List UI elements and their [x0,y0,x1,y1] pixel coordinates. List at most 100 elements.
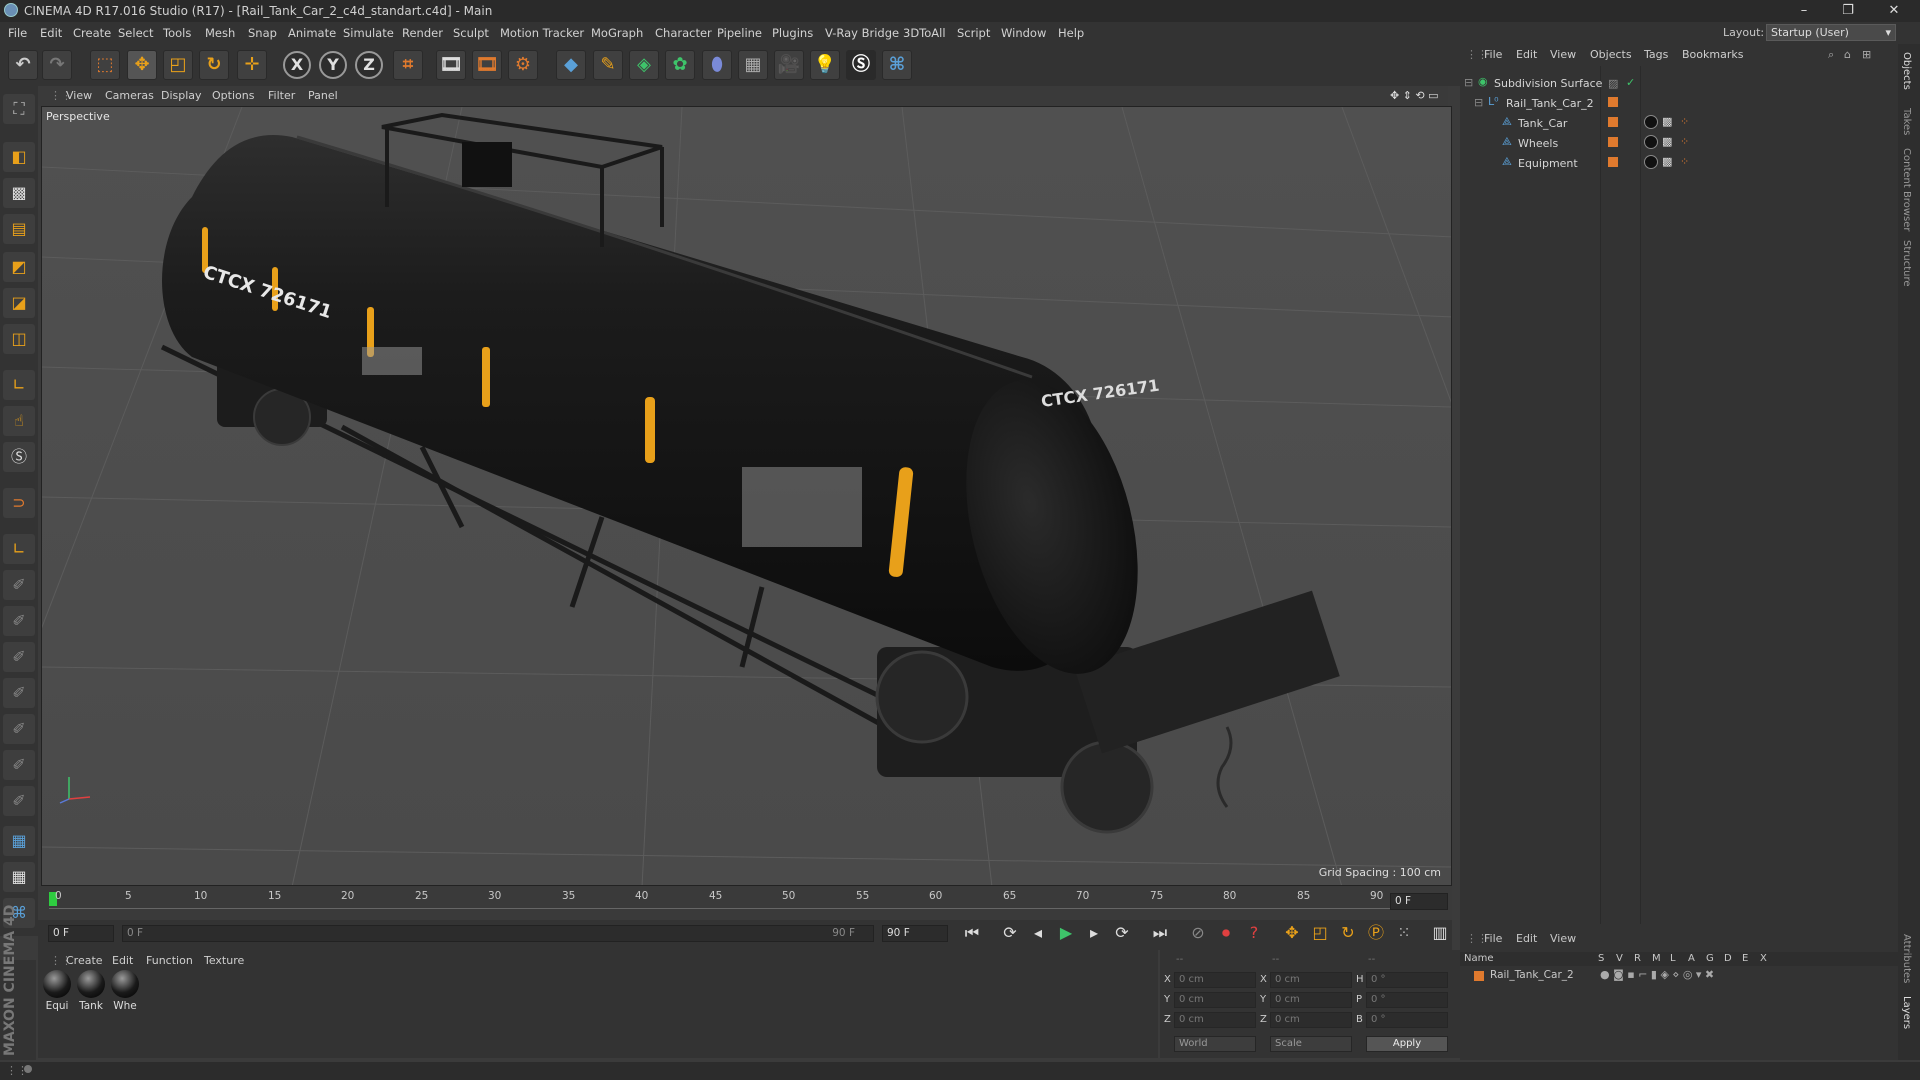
camera-label[interactable]: Perspective [46,110,110,123]
phong-tag-icon[interactable]: ⁘ [1680,155,1689,168]
material-tag-icon[interactable] [1644,155,1658,169]
x-axis-toggle[interactable]: X [283,51,311,79]
paint-tool-icon[interactable]: ✐ [3,714,35,744]
axis-mode-icon[interactable]: ∟ [3,370,35,400]
viewport-menu-options[interactable]: Options [212,89,254,102]
end-frame-field[interactable]: 90 F [882,925,948,942]
phong-tag-icon[interactable]: ⁘ [1680,135,1689,148]
current-frame-field[interactable]: 0 F [1390,893,1448,910]
timeline-layout-icon[interactable]: ▥ [1428,921,1452,945]
physical-sky-icon[interactable]: ▦ [3,862,35,892]
menu-animate[interactable]: Animate [288,26,336,40]
menu-window[interactable]: Window [1001,26,1046,40]
timeline-ruler[interactable]: 0 5 10 15 20 25 30 35 40 45 50 55 60 65 … [38,886,1452,922]
polygons-mode-icon[interactable]: ◫ [3,324,35,354]
rotation-b-field[interactable]: 0 ° [1366,1012,1448,1028]
menu-script[interactable]: Script [957,26,990,40]
material-menu-texture[interactable]: Texture [204,954,244,967]
key-param-icon[interactable]: Ⓟ [1364,921,1388,945]
material-tag-icon[interactable] [1644,135,1658,149]
menu-help[interactable]: Help [1058,26,1084,40]
rotation-p-field[interactable]: 0 ° [1366,992,1448,1008]
render-picture-viewer-icon[interactable]: 🎞 [472,50,502,80]
texture-mode-icon[interactable]: ▩ [3,178,35,208]
layers-menu-file[interactable]: File [1484,932,1502,945]
menu-character[interactable]: Character [655,26,712,40]
deformer-icon[interactable]: ⬮ [702,50,732,80]
collapse-icon[interactable]: ⊟ [1474,96,1483,109]
object-name[interactable]: Equipment [1518,157,1578,170]
layer-color-swatch[interactable] [1608,97,1618,107]
tab-content-browser[interactable]: Content Browser [1901,148,1912,231]
pinch-tool-icon[interactable]: ✐ [3,606,35,636]
menu-file[interactable]: File [8,26,27,40]
record-off-icon[interactable]: ⊘ [1186,921,1210,945]
menu-render[interactable]: Render [402,26,443,40]
tab-objects[interactable]: Objects [1901,52,1912,90]
menu-sculpt[interactable]: Sculpt [453,26,489,40]
position-y-field[interactable]: 0 cm [1174,992,1256,1008]
layer-color-swatch[interactable] [1474,971,1484,981]
z-axis-toggle[interactable]: Z [355,51,383,79]
menu-vray-bridge[interactable]: V-Ray Bridge [825,26,899,40]
key-move-icon[interactable]: ✥ [1280,921,1304,945]
perspective-viewport[interactable]: Perspective CTCX 726171 CTCX 726171 Grid… [41,106,1452,886]
cube-primitive-icon[interactable]: ◆ [556,50,586,80]
frame-range-slider[interactable]: 0 F 90 F [122,925,874,942]
objects-menu-bookmarks[interactable]: Bookmarks [1682,48,1743,61]
material-tag-icon[interactable] [1644,115,1658,129]
size-x-field[interactable]: 0 cm [1270,972,1352,988]
object-name[interactable]: Tank_Car [1518,117,1567,130]
layer-toggle-icons[interactable]: ● ◙ ▪ ⌐ ▮ ◈ ⋄ ◎ ▾ ✖ [1600,968,1714,981]
spline-pen-icon[interactable]: ✎ [593,50,623,80]
go-to-end-icon[interactable]: ⏭ [1148,921,1172,945]
tab-attributes[interactable]: Attributes [1901,934,1912,983]
mograph-cloner-icon[interactable]: ✿ [665,50,695,80]
move-tool-icon[interactable]: ✥ [127,50,157,80]
step-back-icon[interactable]: ◂ [1026,921,1050,945]
workplane-icon[interactable]: ∟ [3,534,35,564]
make-editable-icon[interactable]: ⛶ [3,94,35,124]
objects-menu-view[interactable]: View [1550,48,1576,61]
layer-color-swatch[interactable] [1608,117,1618,127]
layers-menu-edit[interactable]: Edit [1516,932,1537,945]
record-icon[interactable]: ⏺ [1214,921,1238,945]
tree-row-subdivision-surface[interactable]: ⊟ ◉ Subdivision Surface ▨ ✓ [1460,74,1898,94]
menu-plugins[interactable]: Plugins [772,26,813,40]
python-icon[interactable]: ⌘ [882,50,912,80]
viewport-menu-cameras[interactable]: Cameras [105,89,154,102]
menu-create[interactable]: Create [73,26,111,40]
phong-tag-icon[interactable]: ⁘ [1680,115,1689,128]
tree-row-wheels[interactable]: ⟁ Wheels ▩ ⁘ [1460,134,1898,154]
smooth-tool-icon[interactable]: ✐ [3,642,35,672]
layer-color-swatch[interactable] [1608,137,1618,147]
model-mode-icon[interactable]: ◧ [3,142,35,172]
uvw-tag-icon[interactable]: ▩ [1662,135,1672,148]
menu-edit[interactable]: Edit [40,26,62,40]
floor-environment-icon[interactable]: ▦ [738,50,768,80]
material-equipment[interactable]: Equi [42,970,72,1012]
material-wheels[interactable]: Whe [110,970,140,1012]
menu-simulate[interactable]: Simulate [343,26,394,40]
tab-takes[interactable]: Takes [1901,108,1912,135]
camera-icon[interactable]: 🎥 [774,50,804,80]
viewport-menu-filter[interactable]: Filter [268,89,295,102]
material-tank[interactable]: Tank [76,970,106,1012]
grid-snap-icon[interactable]: ▦ [3,826,35,856]
viewport-menu-view[interactable]: View [66,89,92,102]
uvw-tag-icon[interactable]: ▩ [1662,155,1672,168]
layout-dropdown[interactable]: Startup (User) ▾ [1766,24,1896,41]
size-z-field[interactable]: 0 cm [1270,1012,1352,1028]
object-name[interactable]: Wheels [1518,137,1558,150]
rotate-tool-icon[interactable]: ↻ [199,50,229,80]
bridge-tool-icon[interactable]: ✐ [3,786,35,816]
menu-pipeline[interactable]: Pipeline [717,26,762,40]
material-menu-create[interactable]: Create [66,954,103,967]
y-axis-toggle[interactable]: Y [319,51,347,79]
vray-icon[interactable]: Ⓢ [846,50,876,80]
menu-3dtoall[interactable]: 3DToAll [903,26,946,40]
key-rotate-icon[interactable]: ↻ [1336,921,1360,945]
magnet-icon[interactable]: ⊃ [3,488,35,518]
layer-swatch-icon[interactable]: ▨ [1608,77,1618,90]
undo-icon[interactable]: ↶ [8,50,38,80]
